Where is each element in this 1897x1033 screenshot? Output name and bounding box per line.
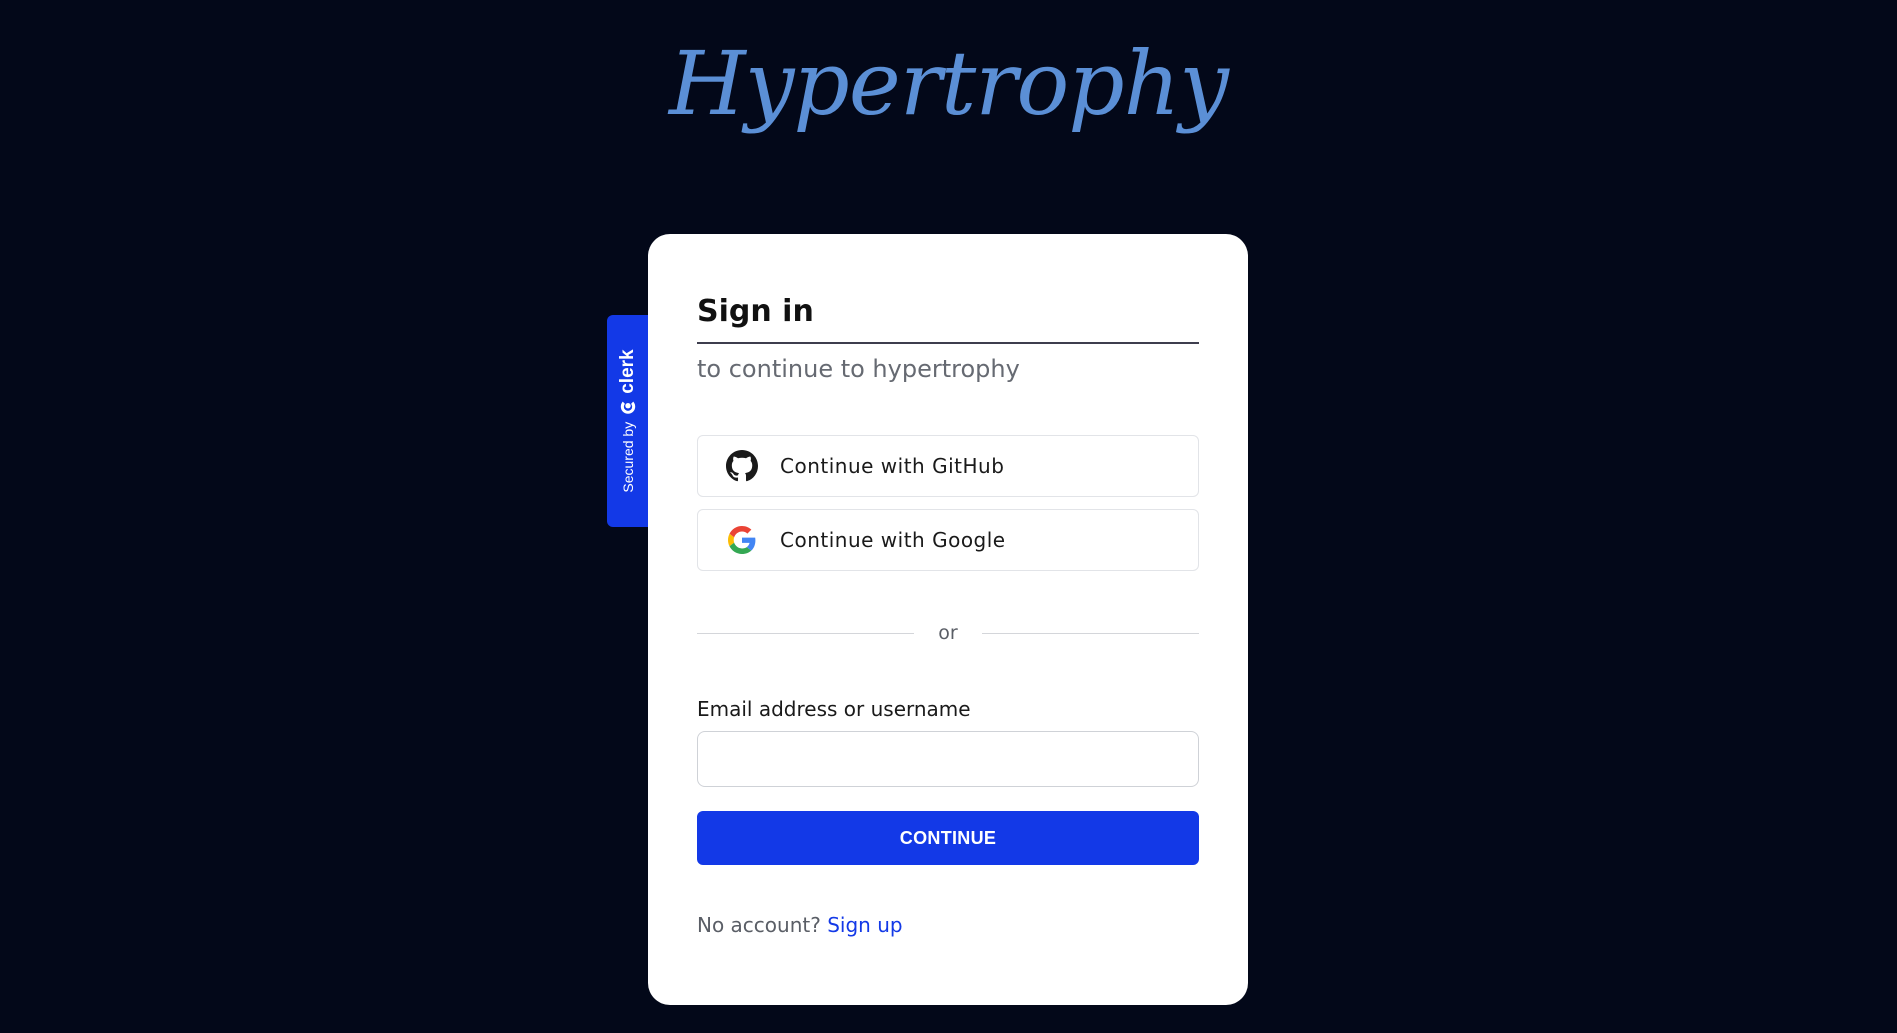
divider-line-right — [981, 632, 1199, 634]
page-title: Sign in — [697, 294, 1199, 344]
clerk-brand: clerk — [617, 349, 639, 415]
github-signin-button[interactable]: Continue with GitHub — [697, 435, 1199, 498]
divider-text: or — [938, 622, 958, 645]
or-divider: or — [697, 621, 1199, 645]
secured-by-badge[interactable]: Secured by clerk — [607, 315, 649, 527]
secured-by-content: Secured by clerk — [617, 349, 639, 492]
app-logo: Hypertrophy — [668, 32, 1229, 135]
google-icon — [726, 524, 758, 556]
continue-button[interactable]: CONTINUE — [697, 811, 1199, 866]
github-signin-label: Continue with GitHub — [780, 454, 1005, 479]
divider-line-left — [697, 632, 915, 634]
no-account-text: No account? — [697, 913, 821, 938]
email-field[interactable] — [697, 731, 1199, 788]
email-field-label: Email address or username — [697, 697, 971, 722]
google-signin-button[interactable]: Continue with Google — [697, 509, 1199, 572]
page-subtitle: to continue to hypertrophy — [697, 355, 1020, 383]
google-signin-label: Continue with Google — [780, 528, 1006, 553]
secured-by-label: Secured by — [620, 421, 636, 493]
signin-card: Sign in to continue to hypertrophy Conti… — [648, 234, 1248, 1005]
signup-prompt: No account? Sign up — [697, 913, 1199, 937]
signup-link[interactable]: Sign up — [827, 913, 902, 937]
clerk-wordmark: clerk — [617, 349, 638, 394]
clerk-logo-icon — [620, 401, 636, 414]
page: Hypertrophy Secured by clerk Sign in to … — [0, 0, 1897, 1033]
github-icon — [726, 450, 758, 482]
